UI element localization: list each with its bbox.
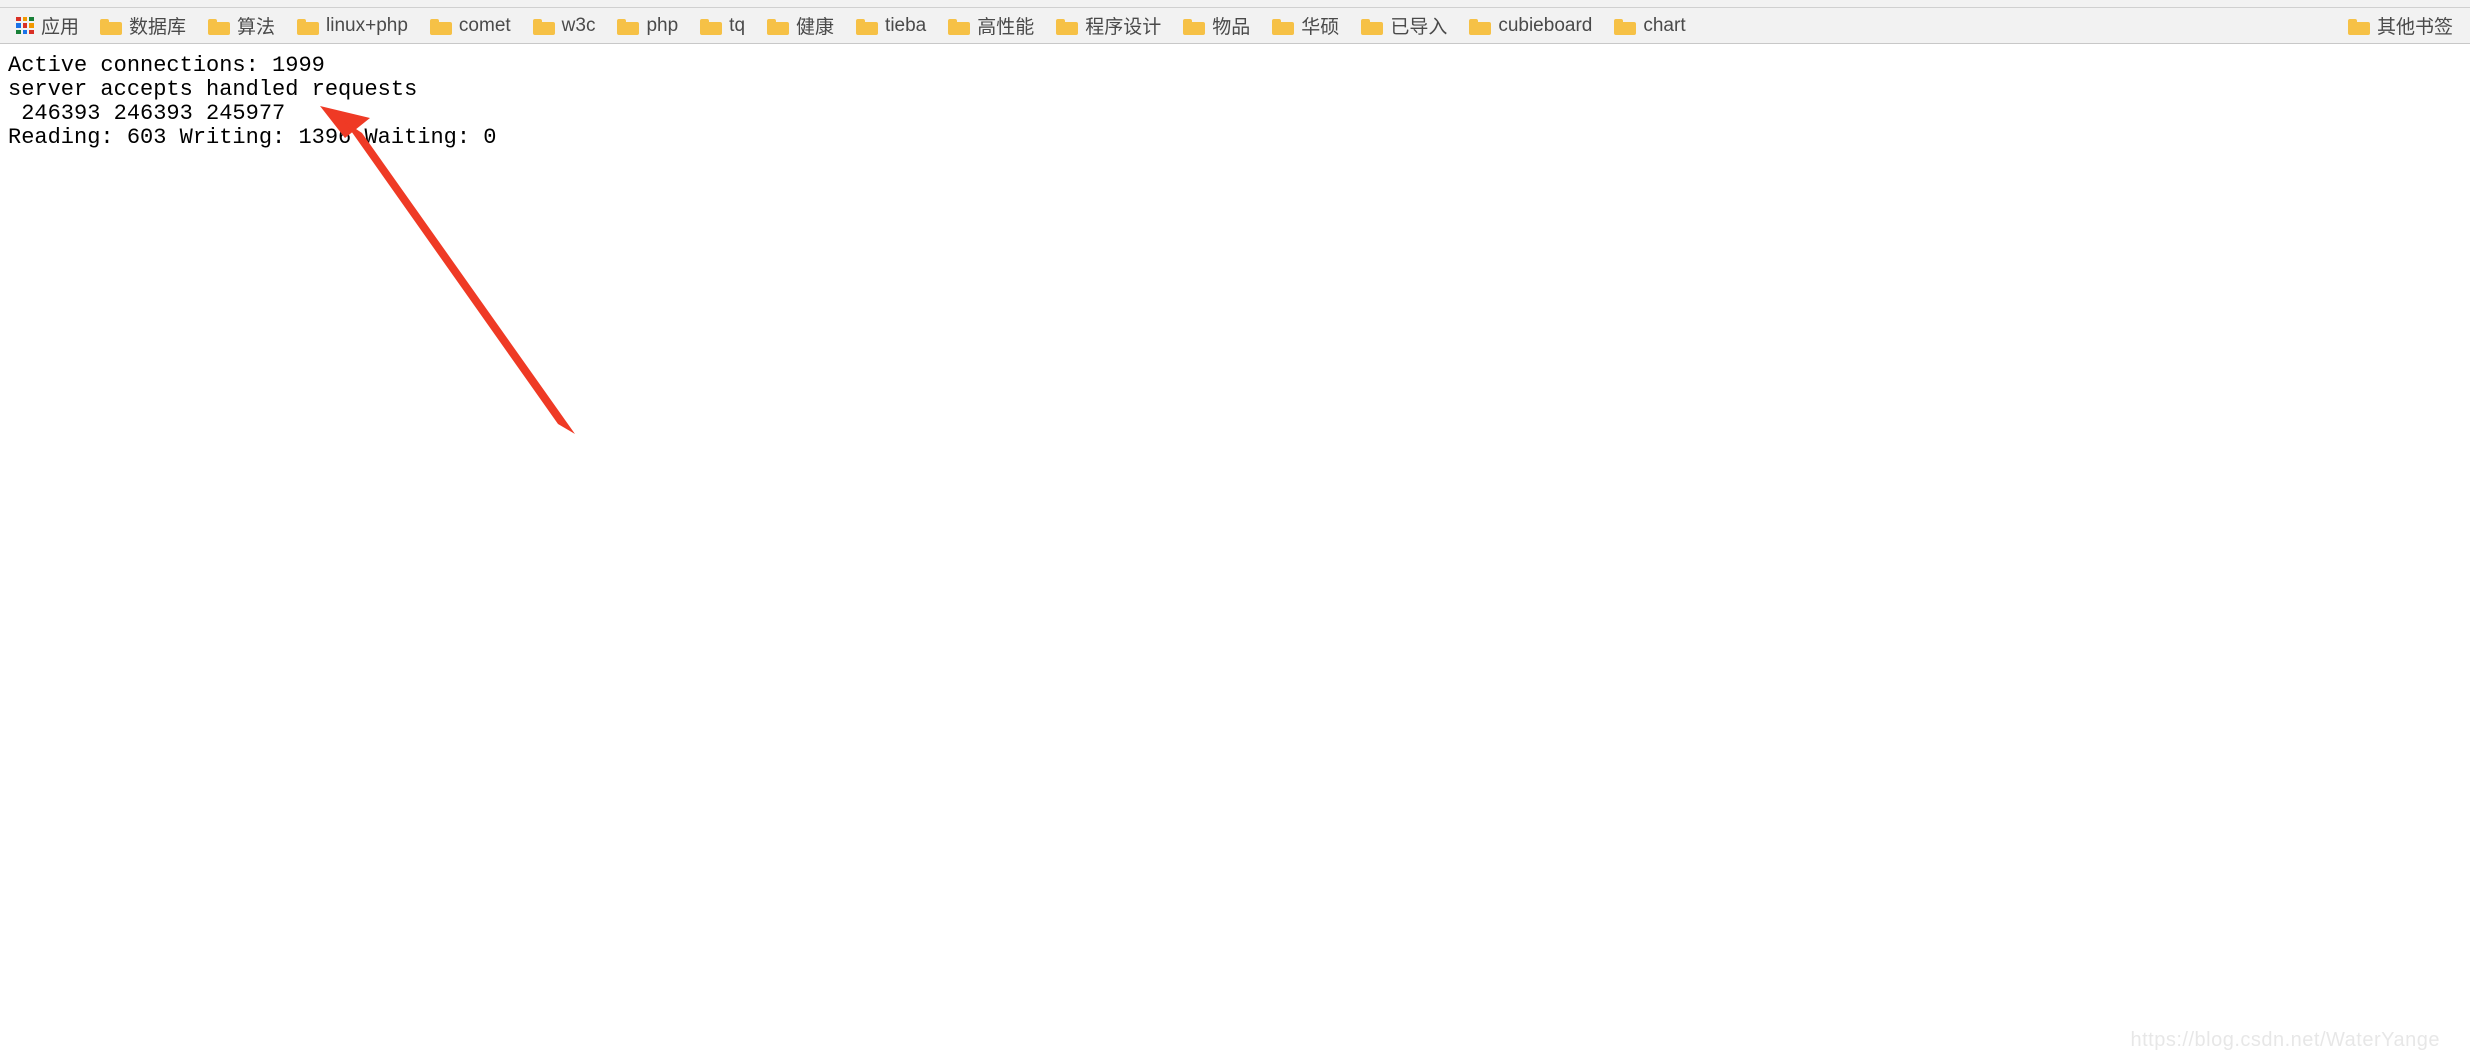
bookmark-label: w3c: [562, 15, 596, 37]
apps-button[interactable]: 应用: [6, 9, 89, 42]
folder-icon: [533, 17, 555, 35]
bookmark-label: 数据库: [129, 12, 186, 39]
bookmark-label: php: [646, 15, 678, 37]
bookmark-label: comet: [459, 15, 511, 37]
folder-icon: [1272, 17, 1294, 35]
status-line-active-connections: Active connections: 1999: [8, 54, 2470, 78]
status-line-rw: Reading: 603 Writing: 1396 Waiting: 0: [8, 126, 2470, 150]
bookmark-label: 程序设计: [1085, 12, 1161, 39]
apps-label: 应用: [41, 12, 79, 39]
folder-icon: [1056, 17, 1078, 35]
bookmark-label: tq: [729, 15, 745, 37]
bookmark-folder-items[interactable]: 物品: [1172, 9, 1261, 42]
folder-icon: [100, 17, 122, 35]
window-top-strip: [0, 0, 2470, 8]
watermark-text: https://blog.csdn.net/WaterYange: [2130, 1029, 2440, 1052]
folder-icon: [700, 17, 722, 35]
folder-icon: [208, 17, 230, 35]
page-content: Active connections: 1999 server accepts …: [0, 44, 2470, 150]
bookmark-folder-database[interactable]: 数据库: [89, 9, 197, 42]
bookmark-folder-imported[interactable]: 已导入: [1350, 9, 1458, 42]
folder-icon: [1361, 17, 1383, 35]
bookmark-label: 健康: [796, 12, 834, 39]
bookmark-folder-high-performance[interactable]: 高性能: [937, 9, 1045, 42]
bookmark-label: 算法: [237, 12, 275, 39]
bookmark-folder-program-design[interactable]: 程序设计: [1045, 9, 1172, 42]
status-line-header: server accepts handled requests: [8, 78, 2470, 102]
folder-icon: [617, 17, 639, 35]
bookmark-folder-w3c[interactable]: w3c: [522, 12, 607, 40]
bookmark-label: linux+php: [326, 15, 408, 37]
bookmark-folder-asus[interactable]: 华硕: [1261, 9, 1350, 42]
bookmark-label: 已导入: [1390, 12, 1447, 39]
folder-icon: [430, 17, 452, 35]
folder-icon: [2348, 17, 2370, 35]
folder-icon: [297, 17, 319, 35]
bookmark-label: 华硕: [1301, 12, 1339, 39]
bookmark-folder-other[interactable]: 其他书签: [2337, 9, 2464, 42]
folder-icon: [1469, 17, 1491, 35]
folder-icon: [948, 17, 970, 35]
bookmark-label: 其他书签: [2377, 12, 2453, 39]
apps-grid-icon: [16, 17, 34, 35]
bookmark-folder-tieba[interactable]: tieba: [845, 12, 937, 40]
bookmark-folder-tq[interactable]: tq: [689, 12, 756, 40]
folder-icon: [767, 17, 789, 35]
bookmark-folder-linux-php[interactable]: linux+php: [286, 12, 419, 40]
bookmarks-bar: 应用 数据库 算法 linux+php comet w3c php tq 健康 …: [0, 8, 2470, 44]
bookmark-label: 物品: [1212, 12, 1250, 39]
bookmark-label: 高性能: [977, 12, 1034, 39]
folder-icon: [856, 17, 878, 35]
bookmark-folder-algorithm[interactable]: 算法: [197, 9, 286, 42]
bookmark-label: chart: [1643, 15, 1685, 37]
bookmark-folder-php[interactable]: php: [606, 12, 689, 40]
bookmark-folder-health[interactable]: 健康: [756, 9, 845, 42]
folder-icon: [1614, 17, 1636, 35]
bookmark-folder-comet[interactable]: comet: [419, 12, 522, 40]
bookmark-folder-cubieboard[interactable]: cubieboard: [1458, 12, 1603, 40]
bookmark-folder-chart[interactable]: chart: [1603, 12, 1696, 40]
bookmark-label: tieba: [885, 15, 926, 37]
status-line-counts: 246393 246393 245977: [8, 102, 2470, 126]
folder-icon: [1183, 17, 1205, 35]
bookmark-label: cubieboard: [1498, 15, 1592, 37]
